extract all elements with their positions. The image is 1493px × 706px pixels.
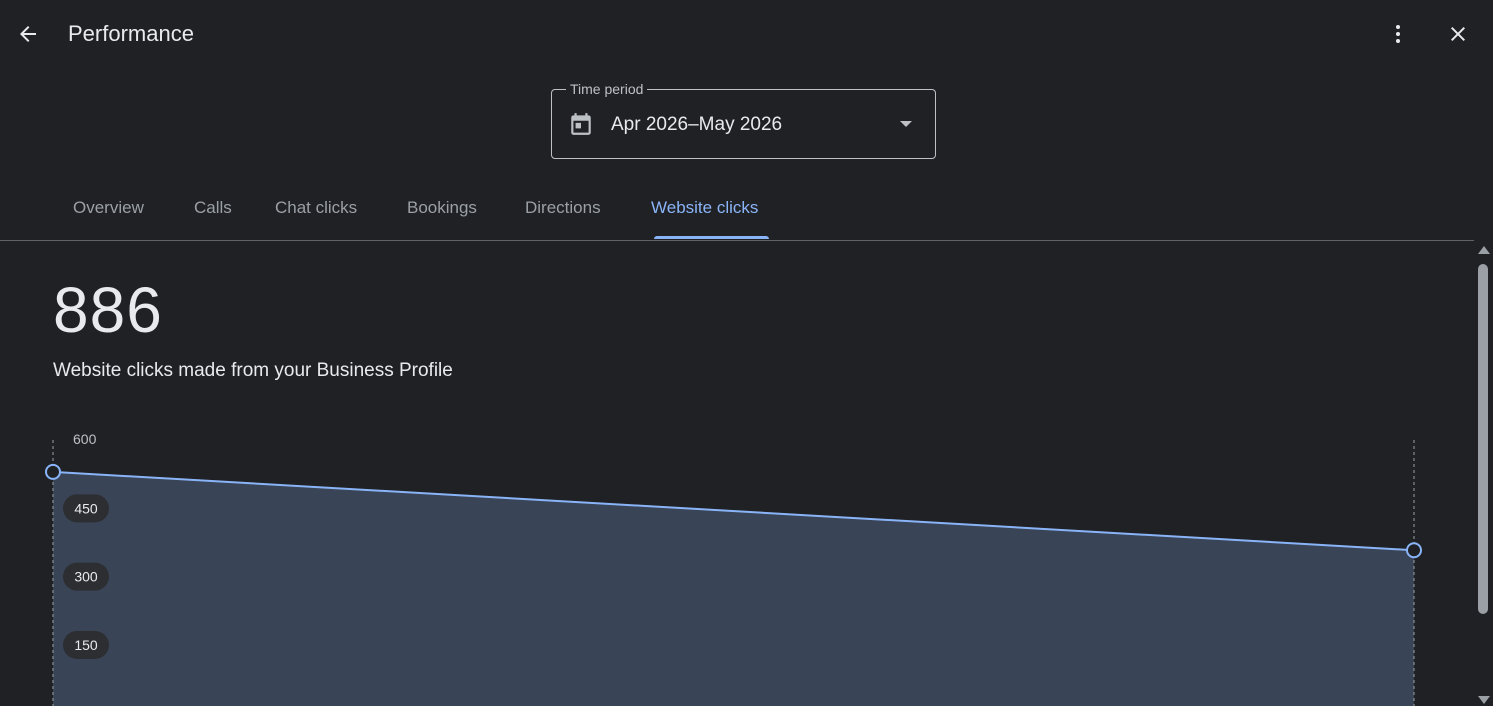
website-clicks-chart: 600 450 300 150: [45, 431, 1422, 706]
tab-bookings[interactable]: Bookings: [407, 198, 477, 218]
back-button[interactable]: [8, 14, 48, 54]
page-title: Performance: [68, 21, 194, 46]
more-vert-icon: [1396, 25, 1400, 43]
tab-website-clicks[interactable]: Website clicks: [651, 198, 758, 218]
chart-area-fill: [53, 471, 1414, 706]
time-period-value: Apr 2026–May 2026: [611, 114, 783, 135]
more-options-button[interactable]: [1378, 14, 1418, 54]
close-button[interactable]: [1438, 14, 1478, 54]
metric-tabs: Overview Calls Chat clicks Bookings Dire…: [0, 184, 1493, 241]
data-point: [1406, 542, 1422, 559]
active-tab-indicator: [654, 236, 769, 239]
y-tick-label: 150: [74, 637, 98, 653]
close-icon: [1451, 27, 1465, 41]
vertical-scrollbar[interactable]: [1474, 240, 1493, 706]
time-period-label: Time period: [566, 80, 648, 98]
tab-overview[interactable]: Overview: [73, 198, 144, 218]
scroll-thumb[interactable]: [1478, 264, 1488, 614]
performance-panel: Performance Time period Apr 2026–May 202…: [0, 0, 1493, 706]
y-tick-label: 300: [74, 569, 98, 585]
tab-calls[interactable]: Calls: [194, 198, 232, 218]
y-tick-label: 450: [74, 500, 98, 516]
scroll-down-arrow[interactable]: [1478, 696, 1490, 704]
time-period-select[interactable]: Time period Apr 2026–May 2026: [551, 80, 936, 159]
calendar-icon: [571, 113, 591, 135]
chart-marks: 600 450 300 150: [45, 431, 1422, 706]
header-bar: Performance: [0, 0, 1493, 68]
dropdown-caret-icon: [900, 121, 912, 127]
tab-directions[interactable]: Directions: [525, 198, 601, 218]
scroll-up-arrow[interactable]: [1478, 246, 1490, 254]
y-tick-label: 600: [73, 431, 97, 447]
tab-chat-clicks[interactable]: Chat clicks: [275, 198, 357, 218]
data-point: [45, 463, 61, 480]
arrow-back-icon: [20, 26, 36, 42]
